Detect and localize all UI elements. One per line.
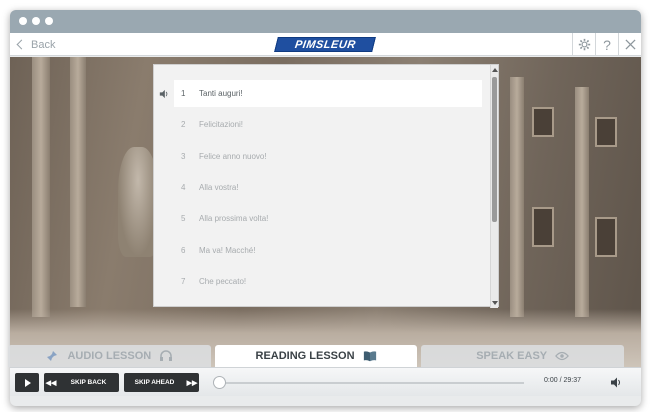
rewind-icon: ◀◀ (45, 379, 57, 387)
audio-player: ◀◀ SKIP BACK SKIP AHEAD ▶▶ 0:00 / 29:37 (10, 367, 641, 396)
phrase-number: 6 (181, 245, 186, 255)
scroll-up-arrow[interactable] (492, 68, 498, 72)
skip-back-button[interactable]: ◀◀ SKIP BACK (44, 373, 119, 392)
volume-icon (611, 377, 620, 388)
tab-audio-lesson[interactable]: AUDIO LESSON (8, 345, 211, 367)
scroll-thumb[interactable] (492, 77, 497, 222)
close-icon (624, 39, 636, 50)
phrase-number: 4 (181, 182, 186, 192)
tab-speak-label: SPEAK EASY (476, 350, 548, 362)
logo-text: PIMSLEUR (293, 38, 357, 51)
close-button[interactable] (618, 33, 641, 56)
eye-icon (555, 350, 570, 362)
fast-forward-icon: ▶▶ (186, 379, 198, 387)
background-window (595, 117, 617, 147)
toolbar: Back PIMSLEUR ? (10, 33, 641, 56)
background-window (532, 207, 554, 247)
phrase-number: 2 (181, 120, 186, 130)
phrase-number: 3 (181, 151, 186, 161)
tab-speak-easy[interactable]: SPEAK EASY (421, 345, 625, 367)
back-label: Back (31, 38, 56, 51)
phrase-row[interactable]: 3 Felice anno nuovo! (174, 143, 482, 170)
window-dots (19, 17, 53, 25)
phrase-text: Ma va! Macché! (199, 245, 256, 255)
background-window (532, 107, 554, 137)
phrase-number: 1 (181, 89, 186, 98)
background-column (510, 77, 524, 317)
phrase-text: Alla vostra! (199, 182, 239, 192)
title-bar (10, 10, 641, 33)
phrase-text: Alla prossima volta! (199, 214, 269, 224)
tab-reading-lesson[interactable]: READING LESSON (214, 345, 418, 367)
tab-reading-label: READING LESSON (255, 350, 355, 362)
phrase-row[interactable]: 5 Alla prossima volta! (174, 205, 482, 232)
book-icon (363, 350, 377, 362)
phrase-number: 5 (181, 214, 186, 224)
phrase-row[interactable]: 2 Felicitazioni! (174, 111, 482, 138)
background-column (575, 87, 589, 317)
phrase-text: Tanti auguri! (199, 89, 243, 98)
tab-audio-label: AUDIO LESSON (67, 350, 152, 362)
phrase-row[interactable]: 6 Ma va! Macché! (174, 237, 482, 264)
help-label: ? (603, 36, 611, 53)
back-button[interactable]: Back (14, 33, 55, 56)
scrollbar[interactable] (490, 65, 498, 308)
phrase-list: 1 Tanti auguri! 2 Felicitazioni! 3 Felice ann… (154, 65, 490, 308)
background-window (595, 217, 617, 257)
volume-button[interactable] (606, 374, 626, 391)
progress-knob[interactable] (213, 376, 226, 389)
background-column (32, 57, 50, 317)
phrase-text: Che peccato! (199, 276, 247, 286)
phrase-text: Felicitazioni! (199, 120, 244, 130)
phrase-text: Felice anno nuovo! (199, 151, 267, 161)
window-dot[interactable] (32, 17, 40, 25)
phrase-row[interactable]: 4 Alla vostra! (174, 174, 482, 201)
headphones-icon (159, 350, 173, 362)
progress-track[interactable] (223, 382, 524, 384)
scroll-down-arrow[interactable] (492, 301, 498, 305)
help-button[interactable]: ? (595, 33, 618, 56)
chevron-left-icon (16, 39, 27, 50)
phrase-row[interactable]: 1 Tanti auguri! (174, 80, 482, 107)
settings-button[interactable] (572, 33, 595, 56)
window-dot[interactable] (19, 17, 27, 25)
toolbar-icons: ? (572, 33, 641, 56)
skip-ahead-button[interactable]: SKIP AHEAD ▶▶ (124, 373, 199, 392)
gear-icon (578, 38, 590, 51)
pimsleur-logo: PIMSLEUR (274, 37, 376, 52)
skip-ahead-label: SKIP AHEAD (134, 379, 175, 386)
background-statue (118, 147, 158, 257)
phrase-row[interactable]: 7 Che peccato! (174, 268, 482, 295)
skip-back-label: SKIP BACK (70, 379, 107, 386)
phrase-number: 7 (181, 276, 186, 286)
phrase-list-panel: 1 Tanti auguri! 2 Felicitazioni! 3 Felice ann… (153, 64, 499, 308)
pin-icon (45, 350, 59, 362)
background-column (70, 57, 86, 307)
lesson-tabs: AUDIO LESSON READING LESSON SPEAK EASY (8, 345, 625, 367)
window-dot[interactable] (45, 17, 53, 25)
time-display: 0:00 / 29:37 (544, 377, 581, 384)
play-button[interactable] (15, 373, 39, 392)
